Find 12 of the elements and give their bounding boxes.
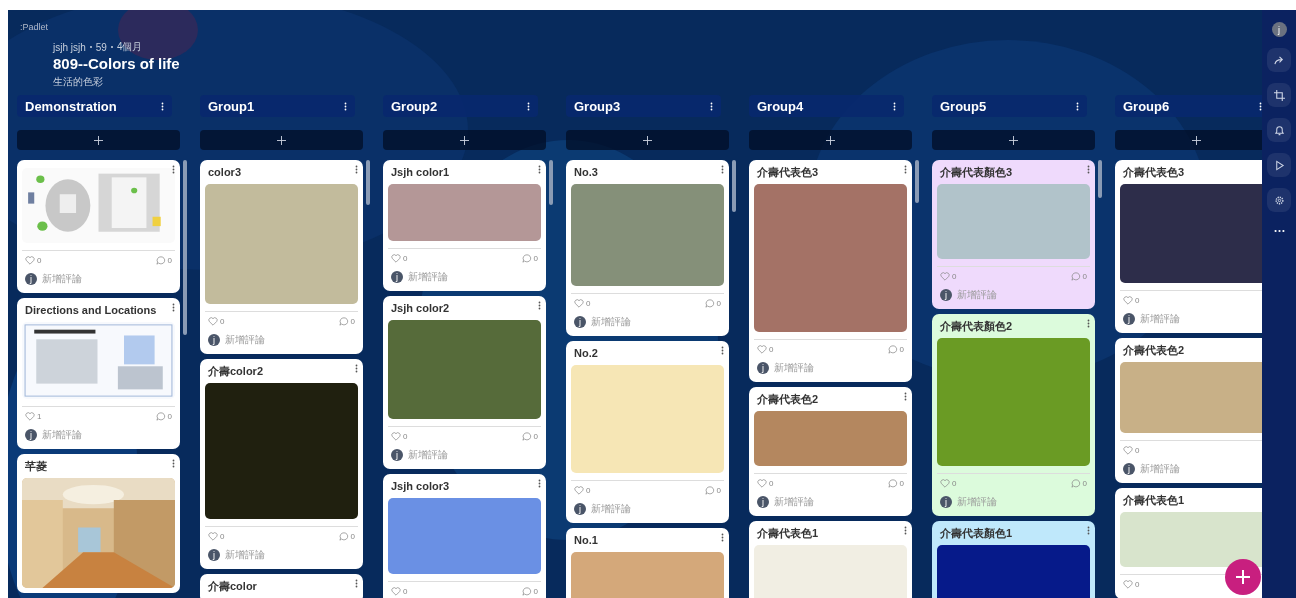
remake-button[interactable] (1267, 83, 1291, 107)
settings-button[interactable] (1267, 188, 1291, 212)
share-icon (1273, 54, 1285, 66)
user-avatar[interactable]: j (1271, 22, 1287, 37)
play-icon (1273, 159, 1285, 171)
crop-icon (1273, 89, 1285, 101)
slideshow-button[interactable] (1267, 153, 1291, 177)
settings-icon (1273, 194, 1285, 206)
share-button[interactable] (1267, 48, 1291, 72)
notifications-button[interactable] (1267, 118, 1291, 142)
more-icon[interactable] (1273, 229, 1285, 233)
bell-icon (1273, 124, 1285, 136)
